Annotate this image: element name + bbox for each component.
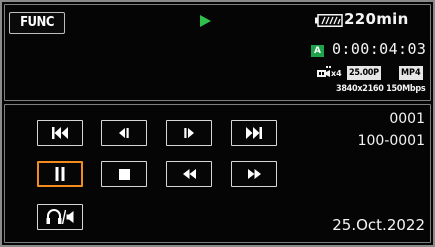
- battery-icon: [315, 14, 343, 27]
- auto-mode-badge: A: [311, 45, 324, 57]
- battery-remaining-time: 220min: [344, 10, 409, 28]
- skip-to-end-button[interactable]: [231, 120, 277, 146]
- play-icon: [200, 15, 211, 27]
- fast-reverse-icon: [182, 169, 196, 179]
- fast-reverse-button[interactable]: [166, 161, 212, 187]
- resolution-bitrate: 3840x2160 150Mbps: [336, 84, 426, 94]
- fast-forward-button[interactable]: [231, 161, 277, 187]
- frame-advance-button[interactable]: [166, 120, 212, 146]
- stop-button[interactable]: [101, 161, 147, 187]
- audio-volume-button[interactable]: [37, 204, 83, 230]
- folder-file-number: 100-0001: [357, 133, 425, 149]
- stop-icon: [118, 168, 130, 180]
- skip-to-start-icon: [52, 127, 68, 139]
- skip-to-start-button[interactable]: [37, 120, 83, 146]
- clip-number: 0001: [389, 111, 425, 127]
- skip-to-end-icon: [246, 127, 262, 139]
- func-button[interactable]: FUNC: [9, 12, 65, 34]
- frame-reverse-button[interactable]: [101, 120, 147, 146]
- pause-icon: [55, 167, 65, 181]
- slow-motion-icon: [317, 66, 331, 77]
- timecode: 0:00:04:03: [332, 40, 427, 58]
- frame-advance-icon: [184, 128, 194, 138]
- slow-motion-rate: x4: [331, 69, 342, 78]
- file-format-badge: MP4: [399, 66, 423, 80]
- frame-reverse-icon: [119, 128, 129, 138]
- recording-date: 25.Oct.2022: [332, 216, 425, 234]
- headphones-speaker-icon: [46, 209, 74, 225]
- pause-button[interactable]: [37, 161, 83, 187]
- frame-rate-badge: 25.00P: [347, 66, 381, 80]
- fast-forward-icon: [247, 169, 261, 179]
